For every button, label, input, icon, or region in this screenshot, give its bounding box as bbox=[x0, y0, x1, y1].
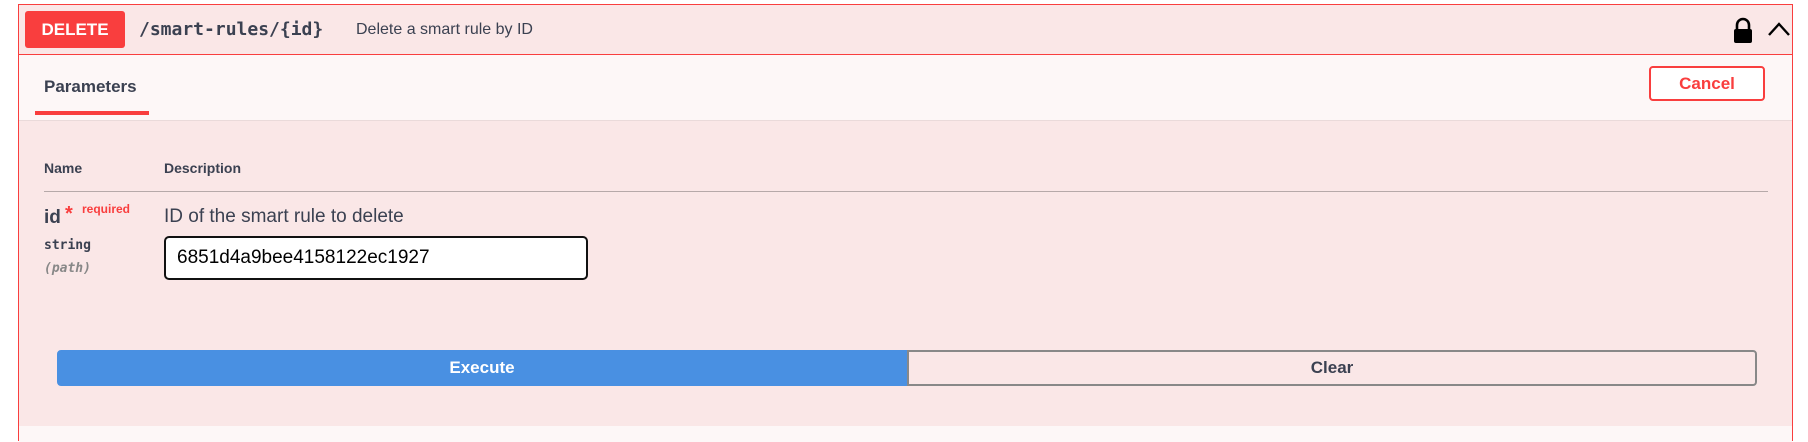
endpoint-description: Delete a smart rule by ID bbox=[356, 21, 533, 38]
column-header-name: Name bbox=[44, 160, 83, 176]
parameter-type: string bbox=[44, 238, 91, 253]
parameter-description: ID of the smart rule to delete bbox=[164, 206, 404, 227]
lock-icon[interactable] bbox=[1731, 17, 1755, 45]
parameters-panel: Name Description id * required string (p… bbox=[19, 121, 1792, 426]
execute-button[interactable]: Execute bbox=[57, 350, 907, 386]
endpoint-path: /smart-rules/{id} bbox=[139, 19, 324, 40]
method-badge: DELETE bbox=[25, 11, 125, 48]
required-label: required bbox=[82, 202, 131, 216]
active-tab-indicator bbox=[35, 111, 149, 115]
parameter-location: (path) bbox=[44, 261, 91, 276]
operation-summary[interactable]: DELETE /smart-rules/{id} Delete a smart … bbox=[19, 5, 1792, 55]
parameter-name: id bbox=[44, 207, 61, 228]
column-header-description: Description bbox=[164, 160, 242, 176]
header-divider bbox=[44, 191, 1768, 192]
tab-parameters[interactable]: Parameters bbox=[44, 77, 137, 97]
operation-block: DELETE /smart-rules/{id} Delete a smart … bbox=[18, 4, 1793, 442]
clear-button[interactable]: Clear bbox=[907, 350, 1757, 386]
id-input[interactable] bbox=[164, 236, 588, 280]
required-asterisk: * bbox=[65, 203, 73, 225]
cancel-button[interactable]: Cancel bbox=[1649, 66, 1765, 101]
responses-section-edge bbox=[19, 426, 1792, 442]
chevron-up-icon[interactable] bbox=[1764, 17, 1794, 41]
tab-bar: Parameters Cancel bbox=[19, 55, 1792, 121]
